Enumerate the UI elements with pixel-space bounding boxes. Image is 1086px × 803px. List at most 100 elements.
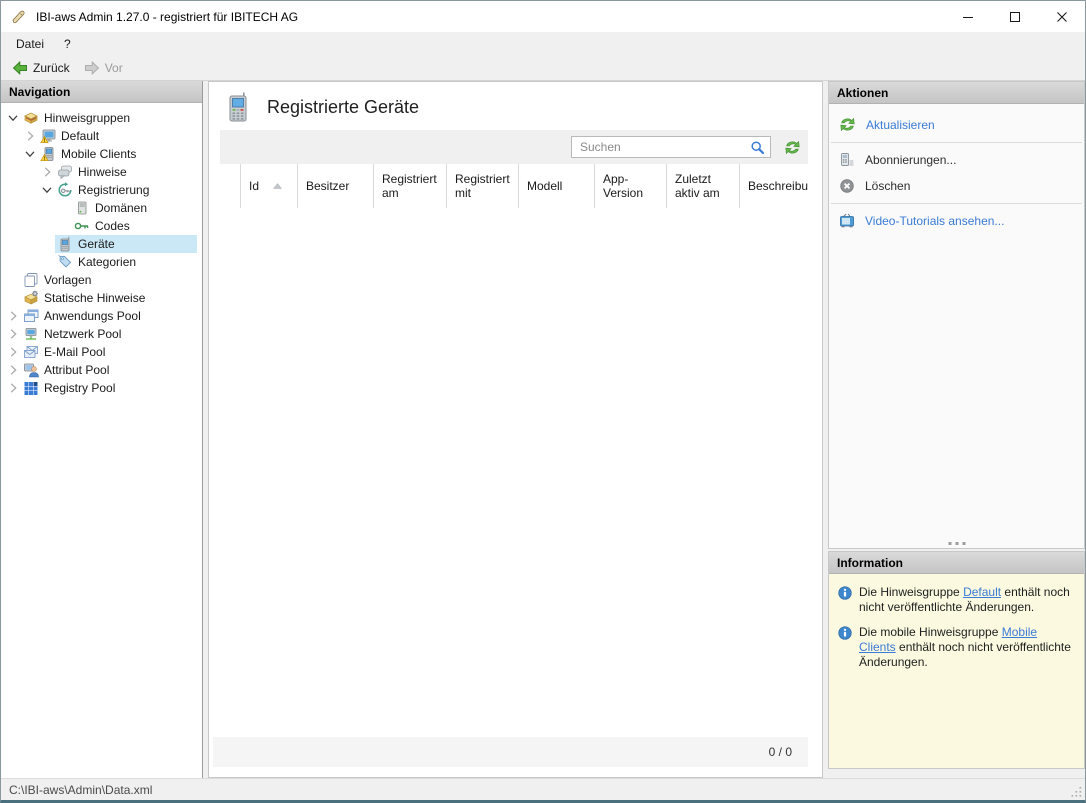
tree-item-registry-pool[interactable]: Registry Pool [1, 379, 202, 397]
navigation-toolbar: Zurück Vor [1, 56, 1085, 81]
resize-grip[interactable] [1070, 785, 1083, 798]
tree-item-anwendungs-pool[interactable]: Anwendungs Pool [1, 307, 202, 325]
phone-warning-icon [40, 146, 56, 162]
chevron-right-icon[interactable] [5, 326, 21, 342]
tree-item-vorlagen[interactable]: Vorlagen [1, 271, 202, 289]
back-arrow-icon [12, 60, 28, 76]
row-count: 0 / 0 [769, 745, 792, 759]
mobile-phone-large-icon [226, 92, 250, 122]
tree-item-default[interactable]: Default [1, 127, 202, 145]
chevron-spacer [39, 254, 55, 270]
chevron-right-icon[interactable] [5, 308, 21, 324]
tree-item-attribut-pool[interactable]: Attribut Pool [1, 361, 202, 379]
search-input[interactable] [580, 140, 750, 154]
chevron-down-icon[interactable] [39, 182, 55, 198]
tree-item-label: Geräte [78, 237, 115, 251]
close-button[interactable] [1038, 1, 1085, 32]
menubar: Datei ? [1, 32, 1085, 56]
info-message-text: Die Hinweisgruppe Default enthält noch n… [859, 585, 1076, 615]
search-icon[interactable] [750, 140, 765, 155]
actions-separator [831, 142, 1082, 143]
info-icon [838, 586, 852, 600]
tree-item-label: Attribut Pool [44, 363, 109, 377]
chevron-right-icon[interactable] [5, 362, 21, 378]
menu-item-help[interactable]: ? [54, 34, 81, 54]
back-button[interactable]: Zurück [5, 58, 77, 78]
chevron-right-icon[interactable] [5, 380, 21, 396]
tv-icon [839, 213, 855, 229]
sort-asc-icon [273, 183, 282, 189]
column-header-row-selector[interactable] [213, 164, 241, 208]
panel-splitter-handle[interactable] [948, 542, 965, 545]
actions-panel-header: Aktionen [829, 82, 1084, 104]
user-attribute-icon [23, 362, 39, 378]
tree-item-geraete[interactable]: Geräte [1, 235, 202, 253]
column-header-id[interactable]: Id [241, 164, 298, 208]
info-icon [838, 626, 852, 640]
menu-item-datei[interactable]: Datei [6, 34, 54, 54]
actions-separator [831, 203, 1082, 204]
chevron-down-icon[interactable] [5, 110, 21, 126]
action-aktualisieren[interactable]: Aktualisieren [829, 111, 1084, 138]
notes-group-icon [23, 110, 39, 126]
actions-panel: Aktionen Aktualisieren Abonnierungen...Lö… [828, 81, 1085, 549]
column-header-registriert-mit[interactable]: Registriert mit [447, 164, 519, 208]
tree-item-label: Codes [95, 219, 130, 233]
column-header-registriert-am[interactable]: Registriert am [374, 164, 447, 208]
main-panel: Registrierte Geräte IdBesitzerRegistrier… [208, 81, 823, 778]
action-abonnierungen[interactable]: Abonnierungen... [829, 147, 1084, 173]
titlebar: IBI-aws Admin 1.27.0 - registriert für I… [1, 1, 1085, 32]
column-label: Modell [527, 179, 562, 193]
tree-item-statische-hinweise[interactable]: Statische Hinweise [1, 289, 202, 307]
tree-item-kategorien[interactable]: Kategorien [1, 253, 202, 271]
monitor-warning-icon [40, 128, 56, 144]
tree-item-mobile-clients[interactable]: Mobile Clients [1, 145, 202, 163]
maximize-button[interactable] [991, 1, 1038, 32]
tree-item-label: Default [61, 129, 99, 143]
column-header-app-version[interactable]: App-Version [595, 164, 667, 208]
column-label: Registriert mit [455, 172, 514, 200]
information-panel: Information Die Hinweisgruppe Default en… [828, 551, 1085, 769]
main-header: Registrierte Geräte [209, 82, 822, 130]
tree-item-e-mail-pool[interactable]: E-Mail Pool [1, 343, 202, 361]
tree-item-hinweise[interactable]: Hinweise [1, 163, 202, 181]
statusbar: C:\IBI-aws\Admin\Data.xml [1, 778, 1085, 800]
chevron-right-icon[interactable] [22, 128, 38, 144]
action-loeschen[interactable]: Löschen [829, 173, 1084, 199]
forward-button[interactable]: Vor [77, 58, 130, 78]
tree-item-label: Netzwerk Pool [44, 327, 121, 341]
column-header-besitzer[interactable]: Besitzer [298, 164, 374, 208]
tree-item-label: Hinweisgruppen [44, 111, 130, 125]
delete-icon [839, 178, 855, 194]
tree-item-label: Registrierung [78, 183, 149, 197]
action-video-tutorials-ansehen[interactable]: Video-Tutorials ansehen... [829, 208, 1084, 234]
chevron-right-icon[interactable] [5, 344, 21, 360]
column-header-modell[interactable]: Modell [519, 164, 595, 208]
column-header-zuletzt-aktiv-am[interactable]: Zuletzt aktiv am [667, 164, 740, 208]
info-message: Die mobile Hinweisgruppe Mobile Clients … [838, 625, 1076, 670]
tree-item-label: Hinweise [78, 165, 127, 179]
table-body [213, 208, 808, 737]
box-gear-icon [23, 290, 39, 306]
chevron-down-icon[interactable] [22, 146, 38, 162]
refresh-button[interactable] [784, 139, 801, 156]
main-toolbar [220, 130, 808, 164]
minimize-button[interactable] [944, 1, 991, 32]
information-body: Die Hinweisgruppe Default enthält noch n… [829, 574, 1084, 768]
email-icon [23, 344, 39, 360]
info-link-default[interactable]: Default [963, 585, 1001, 599]
tree-item-netzwerk-pool[interactable]: Netzwerk Pool [1, 325, 202, 343]
tree-item-domaenen[interactable]: Domänen [1, 199, 202, 217]
tree-item-codes[interactable]: Codes [1, 217, 202, 235]
key-icon [74, 218, 90, 234]
tree-item-label: Mobile Clients [61, 147, 136, 161]
tree-item-hinweisgruppen[interactable]: Hinweisgruppen [1, 109, 202, 127]
tree-item-registrierung[interactable]: Registrierung [1, 181, 202, 199]
column-label: Id [249, 179, 259, 193]
tree-item-label: Statische Hinweise [44, 291, 145, 305]
chevron-right-icon[interactable] [39, 164, 55, 180]
column-header-beschreibung[interactable]: Beschreibung [740, 164, 808, 208]
app-windows-icon [23, 308, 39, 324]
caption-buttons [944, 1, 1085, 32]
table-header: Id BesitzerRegistriert am Registriert mit M… [213, 164, 808, 208]
